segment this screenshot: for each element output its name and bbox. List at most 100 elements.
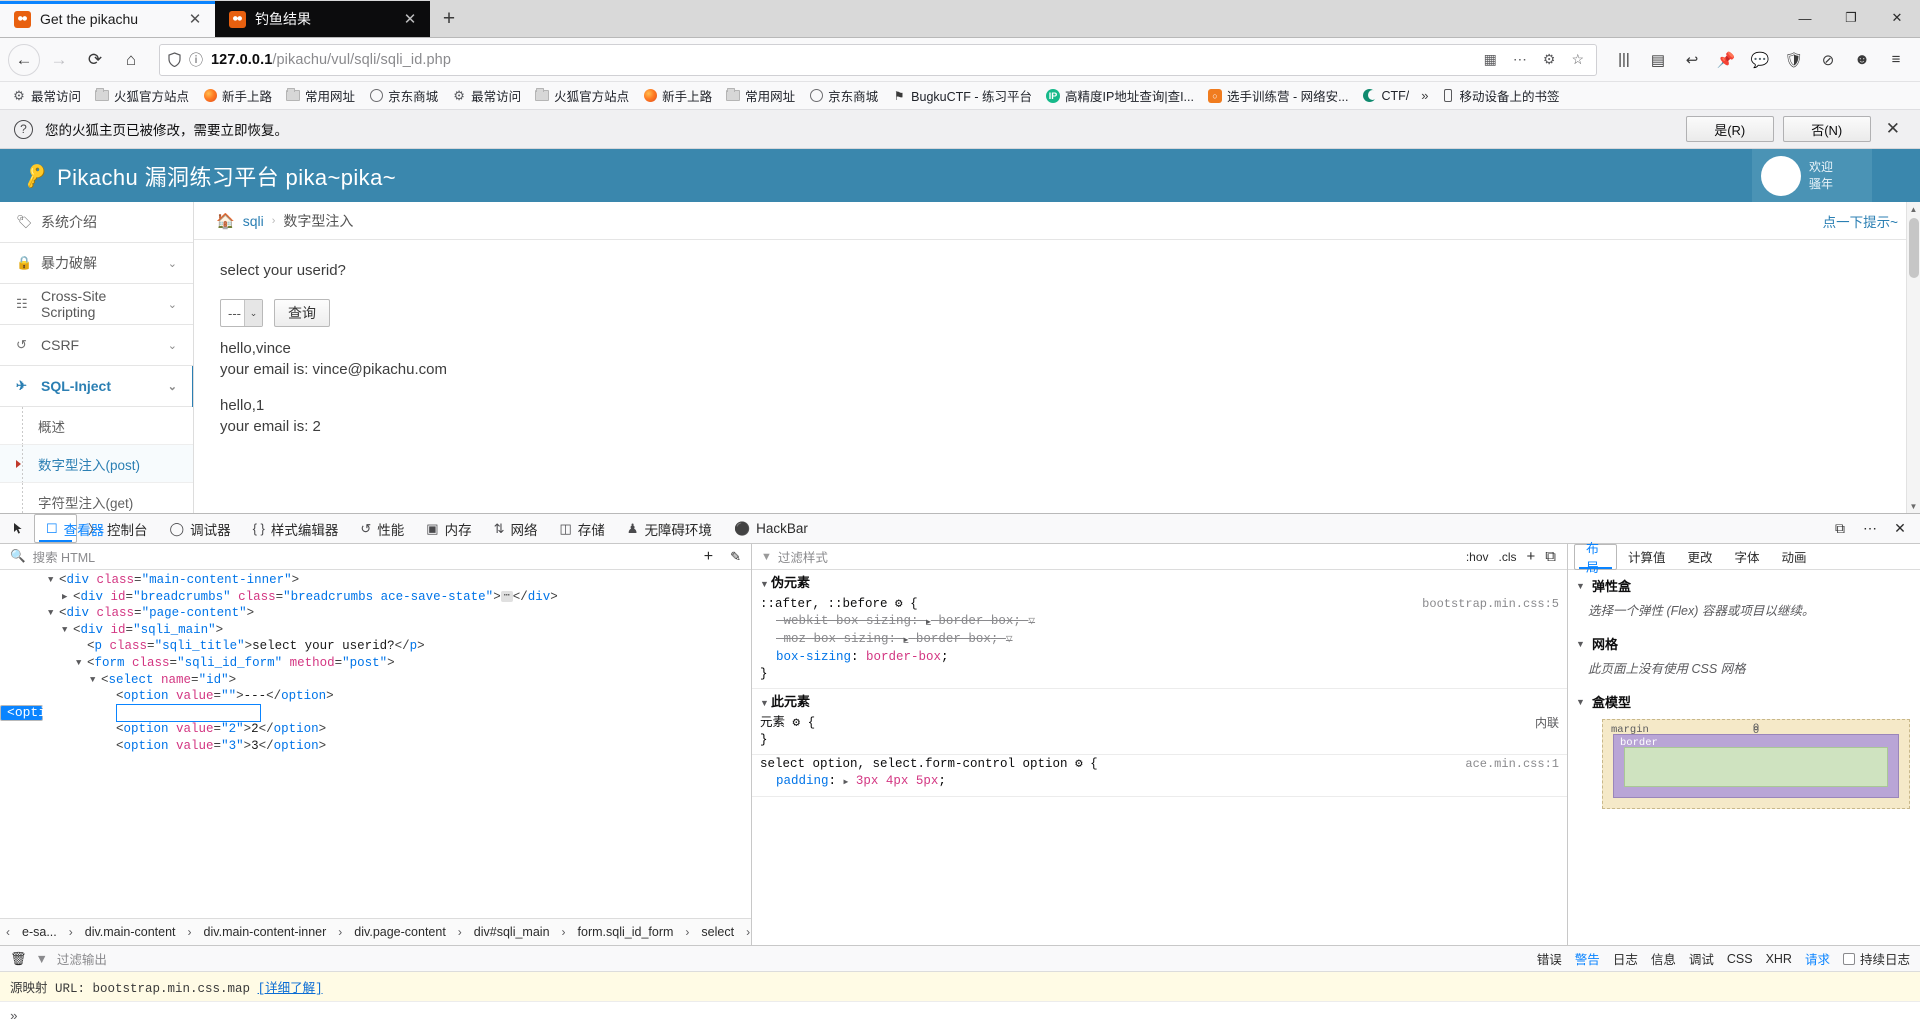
path-node-3[interactable]: div.page-content [348,919,452,945]
devtools-tab-5[interactable]: ▣ 内存 [415,514,482,543]
notification-no-button[interactable]: 否(N) [1782,116,1871,142]
dock-icon[interactable]: ⧉ [1826,515,1854,543]
tree-row[interactable]: < p class = "sqli_title" > select your userid… [0,638,751,655]
bookmark-item[interactable]: CTF/ [1357,87,1416,105]
close-tab-icon[interactable]: ✕ [400,10,420,28]
devtools-tab-8[interactable]: ♟ 无障碍环境 [616,514,723,543]
home-icon[interactable]: 🏠 [216,212,235,230]
css-declaration[interactable]: -webkit-box-sizing: ▶ border-box; ▽ [760,613,1559,631]
rule-source[interactable]: ace.min.css:1 [1465,756,1559,773]
devtools-tab-0[interactable]: ☐ 查看器 [34,514,104,543]
home-icon[interactable]: ⌂ [114,43,148,77]
path-node-0[interactable]: e-sa... [16,919,63,945]
tree-row[interactable]: ▼ < div class = "page-content" > [0,605,751,622]
address-bar[interactable]: ⓘ 127.0.0.1/pikachu/vul/sqli/sqli_id.php… [159,43,1597,76]
bookmark-item[interactable]: 京东商城 [803,84,884,107]
console-filter-placeholder[interactable]: 过滤输出 [57,949,107,968]
layout-section-header[interactable]: ▼ 弹性盒 [1568,570,1920,597]
css-rule[interactable]: bootstrap.min.css:5 ::after, ::before ⚙ … [752,595,1567,689]
sidebar-item-2[interactable]: ☷ Cross-Site Scripting ⌄ [0,284,193,325]
mobile-bookmarks-item[interactable]: 移动设备上的书签 [1435,84,1566,107]
devtools-more-icon[interactable]: ⋯ [1856,515,1884,543]
add-node-button[interactable]: + [704,548,713,566]
page-scrollbar[interactable]: ▲ ▼ [1906,202,1920,513]
minimize-button[interactable]: — [1782,0,1828,37]
browser-tab-2[interactable]: 钓鱼结果 ✕ [215,1,430,37]
library-icon[interactable]: ||| [1608,44,1640,76]
markup-search-bar[interactable]: 🔍 搜索 HTML + ✎ [0,544,751,570]
hover-state-button[interactable]: :hov [1464,550,1491,564]
block-icon[interactable]: ⊘ [1812,44,1844,76]
class-toggle-button[interactable]: .cls [1497,550,1519,564]
checkbox-box[interactable] [1842,952,1855,965]
eyedropper-icon[interactable]: ✎ [720,549,741,565]
chevron-down-icon[interactable]: ⌄ [168,380,177,393]
chat-icon[interactable]: 💬 [1744,44,1776,76]
scroll-up-icon[interactable]: ▲ [1907,202,1920,216]
bookmark-item[interactable]: 火狐官方站点 [529,84,635,107]
forward-icon[interactable]: → [42,43,76,77]
bookmark-item[interactable]: 新手上路 [637,84,718,107]
layout-tab-1[interactable]: 计算值 [1617,544,1677,570]
rules-section-title[interactable]: ▼ 此元素 [752,689,1567,714]
console-level-2[interactable]: 日志 [1613,949,1638,968]
element-picker-icon[interactable] [4,515,34,543]
bookmark-star-icon[interactable]: ☆ [1567,51,1588,68]
sidebar-item-4[interactable]: ✈ SQL-Inject ⌄ [0,366,193,407]
rule-selector[interactable]: select option, select.form-control optio… [760,756,1559,773]
console-level-4[interactable]: 调试 [1689,949,1714,968]
bookmark-item[interactable]: ⚙ 最常访问 [6,84,87,107]
hint-link[interactable]: 点一下提示~ [1823,211,1898,231]
rule-source[interactable]: bootstrap.min.css:5 [1422,596,1559,613]
devtools-tab-4[interactable]: ↺ 性能 [349,514,415,543]
pin-icon[interactable]: 📌 [1710,44,1742,76]
layout-section-header[interactable]: ▼ 网格 [1568,628,1920,655]
sidebar-subitem-2[interactable]: 字符型注入(get) [0,483,193,513]
path-node-2[interactable]: div.main-content-inner [198,919,333,945]
expand-triangle-icon[interactable]: ▶ [844,778,849,787]
bookmark-item[interactable]: IP 高精度IP地址查询|查I... [1040,84,1200,107]
console-level-1[interactable]: 警告 [1575,949,1600,968]
bookmarks-overflow-icon[interactable]: » [1417,88,1432,103]
console-level-7[interactable]: 请求 [1805,949,1830,968]
bookmark-item[interactable]: 常用网址 [720,84,801,107]
console-level-0[interactable]: 错误 [1537,949,1562,968]
tree-row[interactable]: ▼ < form class = "sqli_id_form" method = "post… [0,655,751,672]
tree-row-selected[interactable]: < option value = 1 union select 1,2 >1</opti… [0,703,347,723]
tree-row[interactable]: < option value = "2" >2 </option > [0,721,751,738]
add-rule-button[interactable]: + [1525,548,1538,565]
path-node-1[interactable]: div.main-content [79,919,182,945]
tree-row[interactable]: ▶ < div id = "breadcrumbs" class = "breadcrumb… [0,589,751,606]
clear-console-icon[interactable]: 🗑 [10,951,27,967]
devtools-tab-3[interactable]: { } 样式编辑器 [242,514,350,543]
sidebar-subitem-0[interactable]: 概述 [0,407,193,445]
reload-icon[interactable]: ⟳ [78,43,112,77]
rules-section-title[interactable]: ▼ 伪元素 [752,570,1567,595]
tree-row[interactable]: < option value = "3" >3 </option > [0,738,751,755]
qr-icon[interactable]: ▦ [1480,51,1501,68]
chevron-down-icon[interactable]: ⌄ [168,257,177,270]
layout-tab-4[interactable]: 动画 [1771,544,1818,570]
account-icon[interactable]: ☻ [1846,44,1878,76]
css-declaration[interactable]: padding: ▶ 3px 4px 5px; [760,773,1559,791]
console-level-6[interactable]: XHR [1766,952,1792,966]
tree-row[interactable]: < option value = "" > --- </option > [0,688,751,705]
app-menu-icon[interactable]: ≡ [1880,44,1912,76]
attribute-edit-field[interactable]: 1 union select 1,2 [116,703,261,723]
query-button[interactable]: 查询 [274,299,330,327]
notification-close-icon[interactable]: ✕ [1880,119,1906,139]
sidebar-item-1[interactable]: 🔒 暴力破解 ⌄ [0,243,193,284]
css-rule[interactable]: ace.min.css:1 select option, select.form… [752,755,1567,797]
box-model-border-top-value[interactable]: 0 [1753,725,1759,737]
breadcrumb-root[interactable]: sqli [243,213,264,229]
console-input-row[interactable]: » [0,1002,1920,1030]
bookmark-item[interactable]: ○ 选手训练营 - 网络安... [1202,84,1355,107]
bookmark-item[interactable]: 新手上路 [197,84,278,107]
copy-rules-icon[interactable]: ⧉ [1543,548,1558,565]
tree-row[interactable]: ▼ < div id = "sqli_main" > [0,622,751,639]
box-model-diagram[interactable]: margin 0 border 0 [1602,719,1910,809]
close-tab-icon[interactable]: ✕ [185,10,205,28]
shield-extension-icon[interactable]: 🛡 [1778,44,1810,76]
expand-triangle-icon[interactable]: ▶ [926,618,931,627]
rule-selector[interactable]: 元素 ⚙ { [760,715,1559,732]
